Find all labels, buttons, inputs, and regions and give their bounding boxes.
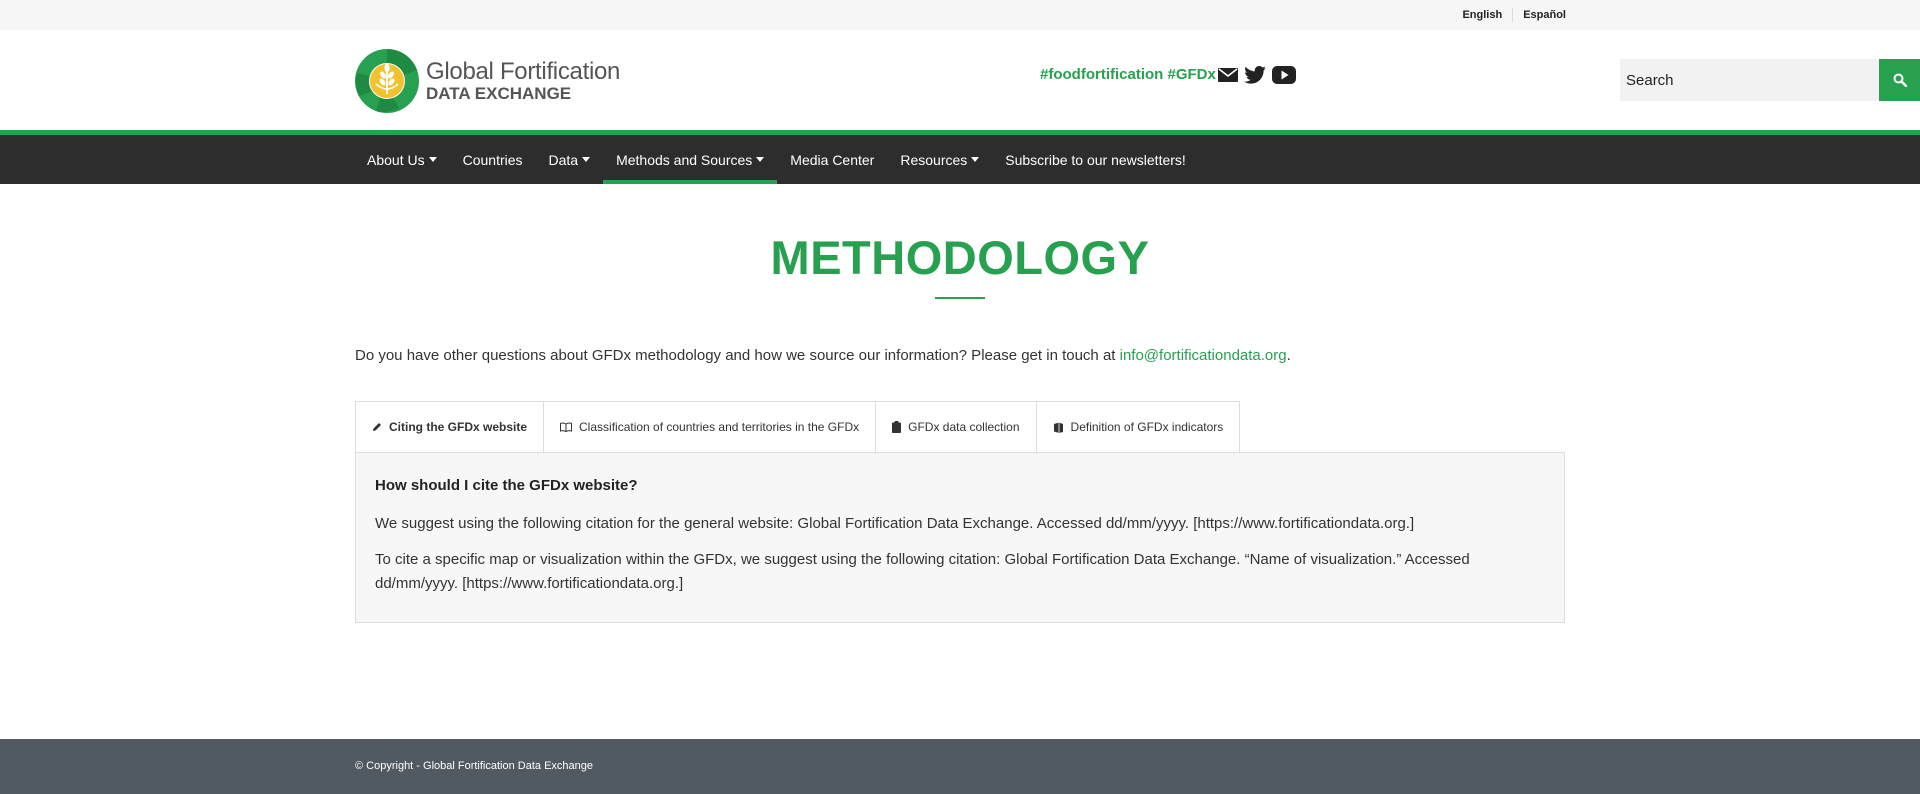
tab-indicator-definitions[interactable]: Definition of GFDx indicators	[1035, 401, 1241, 453]
contact-email-link[interactable]: info@fortificationdata.org	[1120, 347, 1287, 364]
books-icon	[1053, 422, 1064, 433]
intro-text-end: .	[1286, 347, 1291, 364]
caret-down-icon	[428, 157, 437, 162]
pencil-icon	[372, 422, 382, 432]
language-english-link[interactable]: English	[1452, 8, 1512, 22]
search-icon	[1893, 73, 1907, 87]
nav-item-resources[interactable]: Resources	[887, 135, 992, 184]
tab-data-collection[interactable]: GFDx data collection	[875, 401, 1036, 453]
panel-question: How should I cite the GFDx website?	[375, 477, 638, 494]
intro-text-body: Do you have other questions about GFDx m…	[355, 347, 1120, 364]
caret-down-icon	[756, 157, 765, 162]
logo-text: Global Fortification DATA EXCHANGE	[426, 59, 620, 103]
nav-item-label: Subscribe to our newsletters!	[1005, 151, 1186, 168]
nav-item-label: About Us	[367, 151, 425, 168]
nav-item-subscribe[interactable]: Subscribe to our newsletters!	[992, 135, 1199, 184]
hashtags-text[interactable]: #foodfortification #GFDx	[1040, 66, 1216, 83]
logo-wheat-icon	[355, 49, 419, 113]
search-box	[1620, 59, 1920, 101]
tab-label: Definition of GFDx indicators	[1070, 420, 1224, 434]
tab-label: GFDx data collection	[908, 420, 1020, 434]
copyright-text: © Copyright - Global Fortification Data …	[355, 760, 593, 772]
nav-item-label: Countries	[462, 151, 523, 168]
intro-text: Do you have other questions about GFDx m…	[355, 347, 1291, 364]
twitter-icon[interactable]	[1244, 64, 1266, 86]
title-underline	[935, 297, 985, 299]
top-bar: English Español	[0, 0, 1920, 30]
youtube-icon[interactable]	[1272, 64, 1296, 86]
panel-paragraph: We suggest using the following citation …	[375, 515, 1415, 532]
email-icon[interactable]	[1218, 64, 1238, 86]
nav-item-label: Data	[548, 151, 579, 168]
nav-item-label: Media Center	[790, 151, 875, 168]
tab-label: Classification of countries and territor…	[579, 420, 860, 434]
nav-item-methods-and-sources[interactable]: Methods and Sources	[603, 135, 778, 184]
clipboard-icon	[892, 421, 902, 433]
social-links	[1218, 64, 1296, 86]
tab-label: Citing the GFDx website	[389, 420, 528, 434]
nav-item-about-us[interactable]: About Us	[354, 135, 450, 184]
search-input[interactable]	[1620, 59, 1879, 101]
site-logo[interactable]: Global Fortification DATA EXCHANGE	[354, 48, 620, 114]
panel-paragraph: To cite a specific map or visualization …	[375, 551, 1470, 592]
logo-subtitle: DATA EXCHANGE	[426, 84, 572, 103]
site-header: Global Fortification DATA EXCHANGE #food…	[0, 30, 1920, 130]
caret-down-icon	[582, 157, 591, 162]
page-title: METHODOLOGY	[770, 231, 1150, 284]
caret-down-icon	[971, 157, 980, 162]
site-footer: © Copyright - Global Fortification Data …	[0, 739, 1920, 794]
tab-citing-gfdx[interactable]: Citing the GFDx website	[355, 401, 544, 453]
language-switcher: English Español	[1452, 0, 1566, 30]
nav-item-data[interactable]: Data	[536, 135, 604, 184]
tab-panel-citing: How should I cite the GFDx website? We s…	[355, 452, 1565, 623]
book-icon	[560, 422, 573, 432]
main-nav: About Us Countries Data Methods and Sour…	[0, 135, 1920, 184]
nav-item-label: Methods and Sources	[616, 151, 753, 168]
nav-item-label: Resources	[900, 151, 968, 168]
methodology-tabs: Citing the GFDx website Classification o…	[355, 401, 1241, 453]
nav-item-countries[interactable]: Countries	[450, 135, 536, 184]
logo-title: Global Fortification	[426, 58, 621, 85]
search-button[interactable]	[1879, 59, 1920, 101]
nav-item-media-center[interactable]: Media Center	[777, 135, 887, 184]
tab-classification[interactable]: Classification of countries and territor…	[543, 401, 876, 453]
language-espanol-link[interactable]: Español	[1512, 8, 1566, 22]
